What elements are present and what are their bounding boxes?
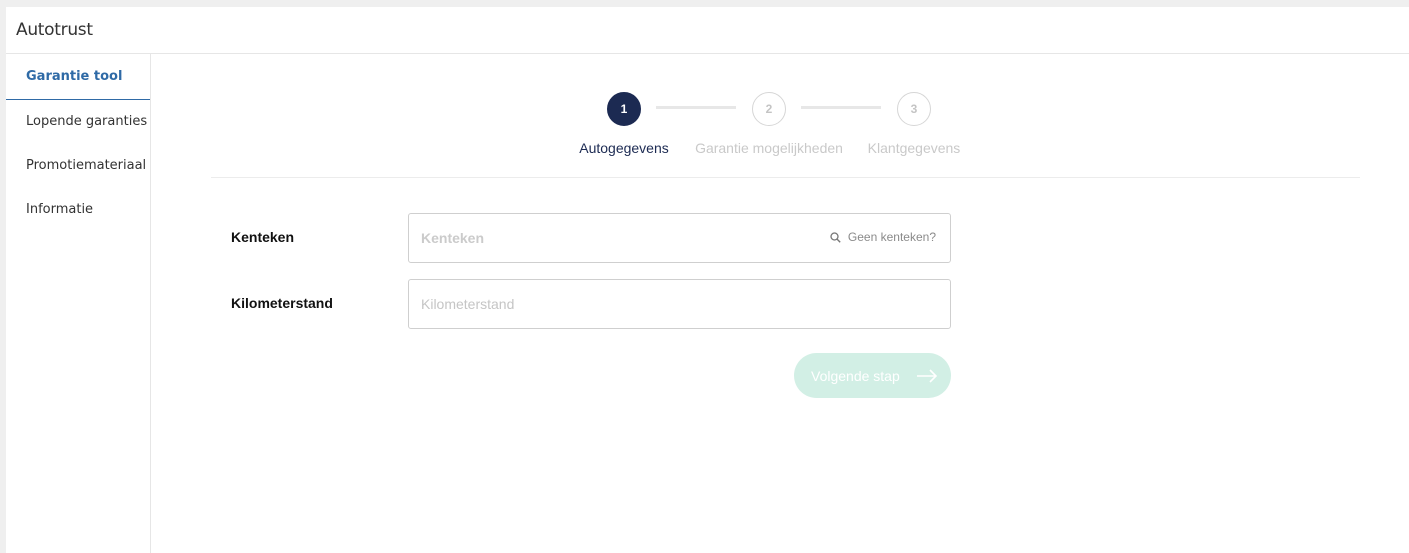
app-title: Autotrust <box>16 20 93 40</box>
step-1-indicator: 1 <box>607 92 641 126</box>
kenteken-label: Kenteken <box>231 229 295 245</box>
search-icon <box>830 231 841 243</box>
sidebar-item-lopende-garanties[interactable]: Lopende garanties <box>6 100 150 144</box>
app-header: Autotrust <box>6 7 1409 54</box>
step-connector <box>656 106 736 109</box>
sidebar: Garantie tool Lopende garanties Promotie… <box>6 54 151 553</box>
kilometerstand-field <box>408 279 951 329</box>
sidebar-item-garantie-tool[interactable]: Garantie tool <box>6 54 150 100</box>
stepper-divider <box>211 177 1360 178</box>
main-content: 1 2 3 Autogegevens Garantie mogelijkhede… <box>152 54 1409 553</box>
step-2-label: Garantie mogelijkheden <box>695 140 843 156</box>
no-plate-label: Geen kenteken? <box>847 230 936 244</box>
kenteken-field: Geen kenteken? <box>408 213 951 263</box>
no-plate-link[interactable]: Geen kenteken? <box>830 230 936 244</box>
step-1-label: Autogegevens <box>579 140 669 156</box>
kilometerstand-label: Kilometerstand <box>231 295 333 311</box>
sidebar-item-promotiemateriaal[interactable]: Promotiemateriaal <box>6 144 150 188</box>
next-step-button[interactable]: Volgende stap <box>794 353 951 398</box>
kilometerstand-input[interactable] <box>421 280 801 328</box>
sidebar-item-informatie[interactable]: Informatie <box>6 188 150 232</box>
next-step-label: Volgende stap <box>811 367 900 384</box>
step-3-indicator: 3 <box>897 92 931 126</box>
app-window: Autotrust Garantie tool Lopende garantie… <box>6 7 1409 553</box>
step-2-indicator: 2 <box>752 92 786 126</box>
arrow-right-icon <box>916 368 937 383</box>
step-3-label: Klantgegevens <box>867 140 961 156</box>
kenteken-input[interactable] <box>421 214 801 262</box>
step-connector <box>801 106 881 109</box>
